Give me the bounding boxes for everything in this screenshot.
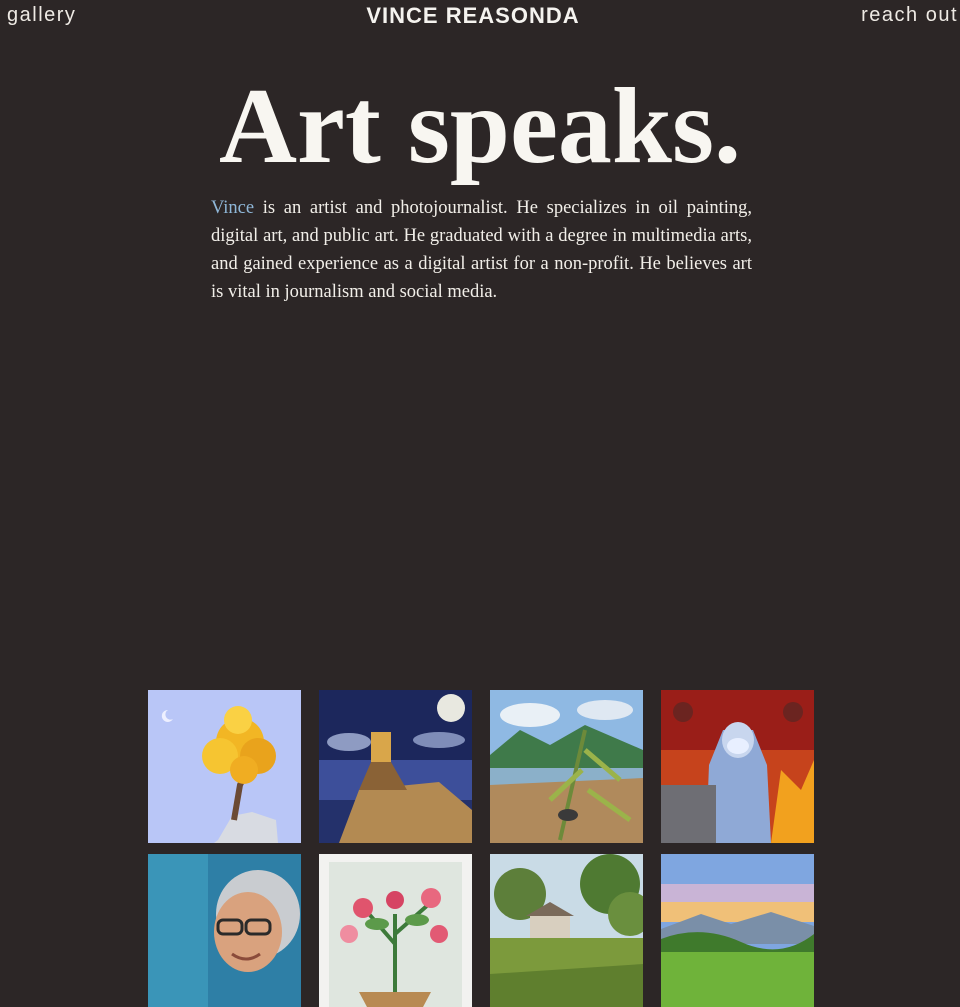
hero-heading: Art speaks.: [218, 67, 742, 186]
site-title[interactable]: VINCE REASONDA: [0, 3, 946, 29]
artwork-ppe-worker[interactable]: [661, 690, 814, 843]
artwork-flower-pot[interactable]: [319, 854, 472, 1007]
bio-name-link[interactable]: Vince: [211, 198, 254, 218]
artwork-night-door[interactable]: [319, 690, 472, 843]
nav-reach-out-link[interactable]: reach out: [861, 4, 958, 27]
artwork-sunset-field[interactable]: [661, 854, 814, 1007]
artwork-river-landscape[interactable]: [490, 690, 643, 843]
artwork-golden-tree[interactable]: [148, 690, 301, 843]
artwork-house-trees[interactable]: [490, 854, 643, 1007]
bio-text: is an artist and photojournalist. He spe…: [211, 198, 752, 302]
bio-paragraph: Vince is an artist and photojournalist. …: [211, 194, 752, 306]
artwork-portrait-glasses[interactable]: [148, 854, 301, 1007]
